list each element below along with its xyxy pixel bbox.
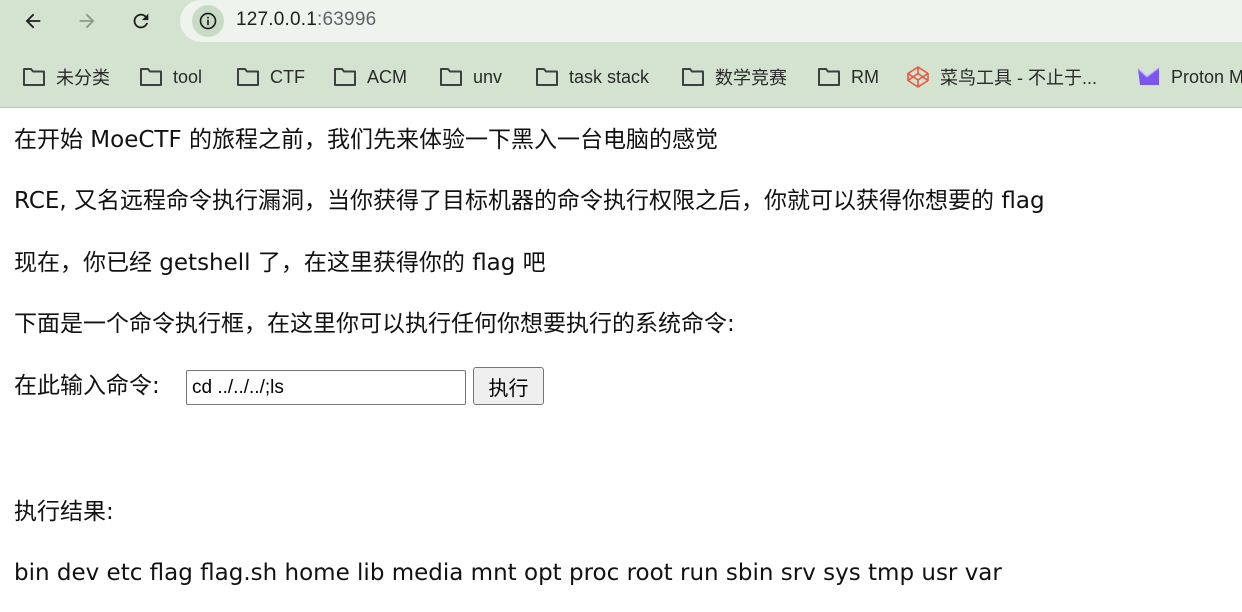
bookmark-label: tool xyxy=(173,66,203,87)
bookmark-label: Proton M xyxy=(1171,66,1242,87)
forward-arrow-icon xyxy=(79,13,95,29)
bookmark-folder-rm[interactable]: RM xyxy=(817,58,879,96)
codepen-icon xyxy=(907,66,929,88)
result-output: bin dev etc flag flag.sh home lib media … xyxy=(14,560,1002,586)
getshell-text: 现在，你已经 getshell 了，在这里获得你的 flag 吧 xyxy=(14,250,546,276)
chrome-divider xyxy=(0,107,1242,108)
back-button[interactable] xyxy=(16,4,50,38)
browser-toolbar: 127.0.0.1:63996 xyxy=(0,0,1242,46)
folder-icon xyxy=(682,68,704,86)
folder-icon xyxy=(23,68,45,86)
bookmark-folder-uncategorized[interactable]: 未分类 xyxy=(22,58,110,96)
reload-button[interactable] xyxy=(124,4,158,38)
execute-button[interactable]: 执行 xyxy=(473,367,544,405)
bookmark-label: 菜鸟工具 - 不止于... xyxy=(940,68,1097,88)
proton-icon xyxy=(1137,67,1160,85)
bookmark-folder-acm[interactable]: ACM xyxy=(333,58,407,96)
result-label: 执行结果: xyxy=(14,499,114,525)
address-bar[interactable]: 127.0.0.1:63996 xyxy=(180,0,1242,42)
bookmark-folder-math-contest[interactable]: 数学竞赛 xyxy=(681,58,787,96)
url-text: 127.0.0.1:63996 xyxy=(236,9,376,31)
reload-icon xyxy=(133,13,149,29)
bookmark-label: RM xyxy=(851,66,879,87)
url-port: :63996 xyxy=(317,9,377,30)
rce-description: RCE, 又名远程命令执行漏洞，当你获得了目标机器的命令执行权限之后，你就可以获… xyxy=(14,188,1045,214)
bookmark-folder-unv[interactable]: unv xyxy=(439,58,502,96)
command-box-description: 下面是一个命令执行框，在这里你可以执行任何你想要执行的系统命令: xyxy=(14,311,735,337)
site-info-button[interactable] xyxy=(192,5,224,37)
bookmark-label: 数学竞赛 xyxy=(715,68,787,88)
folder-icon xyxy=(334,68,356,86)
bookmark-folder-task-stack[interactable]: task stack xyxy=(535,58,649,96)
info-icon xyxy=(199,12,217,30)
intro-text: 在开始 MoeCTF 的旅程之前，我们先来体验一下黑入一台电脑的感觉 xyxy=(14,127,719,153)
folder-icon xyxy=(237,68,259,86)
folder-icon xyxy=(440,68,462,86)
bookmark-folder-tool[interactable]: tool xyxy=(139,58,202,96)
browser-chrome: 127.0.0.1:63996 未分类 tool CTF ACM unv tas… xyxy=(0,0,1242,108)
folder-icon xyxy=(140,68,162,86)
folder-icon xyxy=(818,68,840,86)
command-input-label: 在此输入命令: xyxy=(14,373,160,399)
bookmark-label: CTF xyxy=(270,66,305,87)
bookmarks-bar: 未分类 tool CTF ACM unv task stack 数学竞赛 RM xyxy=(0,58,1242,96)
back-arrow-icon xyxy=(25,13,41,29)
bookmark-label: ACM xyxy=(367,66,407,87)
bookmark-runoob-tools[interactable]: 菜鸟工具 - 不止于... xyxy=(906,58,1097,96)
bookmark-label: 未分类 xyxy=(56,68,110,88)
bookmark-label: unv xyxy=(473,66,503,87)
forward-button[interactable] xyxy=(70,4,104,38)
command-input[interactable] xyxy=(186,370,466,405)
folder-icon xyxy=(536,68,558,86)
url-host: 127.0.0.1 xyxy=(236,9,318,30)
bookmark-folder-ctf[interactable]: CTF xyxy=(236,58,305,96)
bookmark-proton[interactable]: Proton M xyxy=(1137,58,1242,96)
bookmark-label: task stack xyxy=(569,66,650,87)
